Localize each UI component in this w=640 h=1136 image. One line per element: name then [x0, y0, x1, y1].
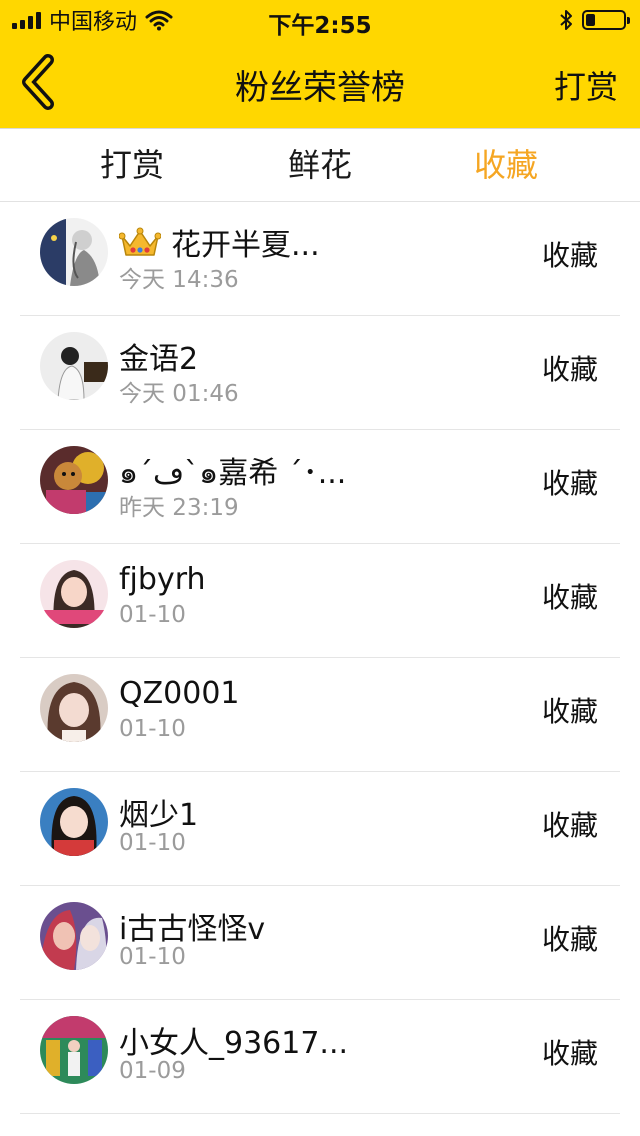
page-title: 粉丝荣誉榜	[235, 68, 405, 108]
list-item[interactable]: 烟少1 01-10 收藏	[0, 772, 640, 886]
list-item[interactable]: 金语2 今天 01:46 收藏	[0, 316, 640, 430]
favorite-label: 收藏	[541, 467, 598, 500]
favorite-label: 收藏	[541, 239, 598, 272]
favorite-label: 收藏	[541, 353, 598, 386]
fan-date: 01-10	[119, 830, 186, 856]
status-time: 下午2:55	[268, 13, 372, 39]
list-item[interactable]: ๑´ڡ`๑嘉希 ´･... 昨天 23:19 收藏	[0, 430, 640, 544]
fan-name: QZ0001	[119, 676, 240, 711]
avatar	[40, 902, 108, 970]
favorite-label: 收藏	[541, 695, 598, 728]
avatar	[40, 1016, 108, 1084]
avatar	[40, 446, 108, 514]
avatar	[40, 788, 108, 856]
tab-favorites[interactable]: 收藏	[426, 129, 586, 201]
status-bar: 中国移动 下午2:55	[0, 0, 640, 40]
avatar	[40, 674, 108, 742]
fan-date: 今天 01:46	[119, 381, 239, 407]
tab-bar: 打赏 鲜花 收藏	[0, 129, 640, 202]
list-item[interactable]: fjbyrh 01-10 收藏	[0, 544, 640, 658]
list-item[interactable]: i古古怪怪v 01-10 收藏	[0, 886, 640, 1000]
battery-level	[586, 14, 595, 26]
nav-bar: 粉丝荣誉榜 打赏	[0, 40, 640, 129]
tab-flowers[interactable]: 鲜花	[240, 129, 400, 201]
fan-date: 昨天 23:19	[119, 495, 239, 521]
fan-date: 今天 14:36	[119, 267, 239, 293]
bluetooth-icon	[560, 10, 572, 30]
fan-list: 花开半夏... 今天 14:36 收藏 金语2 今天 01:46 收藏 ๑´ڡ`…	[0, 202, 640, 1114]
status-right	[558, 8, 630, 32]
avatar	[40, 560, 108, 628]
list-item[interactable]: 小女人_93617... 01-09 收藏	[0, 1000, 640, 1114]
crown-icon	[119, 227, 161, 256]
favorite-label: 收藏	[541, 1037, 598, 1070]
fan-name: 花开半夏...	[119, 220, 320, 264]
fan-name: 烟少1	[119, 798, 199, 833]
favorite-label: 收藏	[541, 809, 598, 842]
fan-name: fjbyrh	[119, 562, 206, 597]
list-item[interactable]: 花开半夏... 今天 14:36 收藏	[0, 202, 640, 316]
favorite-label: 收藏	[541, 581, 598, 614]
list-item[interactable]: QZ0001 01-10 收藏	[0, 658, 640, 772]
tip-button[interactable]: 打赏	[554, 62, 618, 108]
fan-date: 01-10	[119, 602, 186, 628]
fan-name: 金语2	[119, 342, 199, 377]
fan-date: 01-10	[119, 944, 186, 970]
fan-name: 小女人_93617...	[119, 1026, 349, 1061]
tab-tip[interactable]: 打赏	[52, 129, 212, 201]
fan-name-text: 花开半夏...	[171, 228, 320, 263]
fan-date: 01-10	[119, 716, 186, 742]
avatar	[40, 218, 108, 286]
avatar	[40, 332, 108, 400]
fan-date: 01-09	[119, 1058, 186, 1084]
favorite-label: 收藏	[541, 923, 598, 956]
fan-name: i古古怪怪v	[119, 912, 266, 947]
battery-icon	[582, 10, 630, 30]
